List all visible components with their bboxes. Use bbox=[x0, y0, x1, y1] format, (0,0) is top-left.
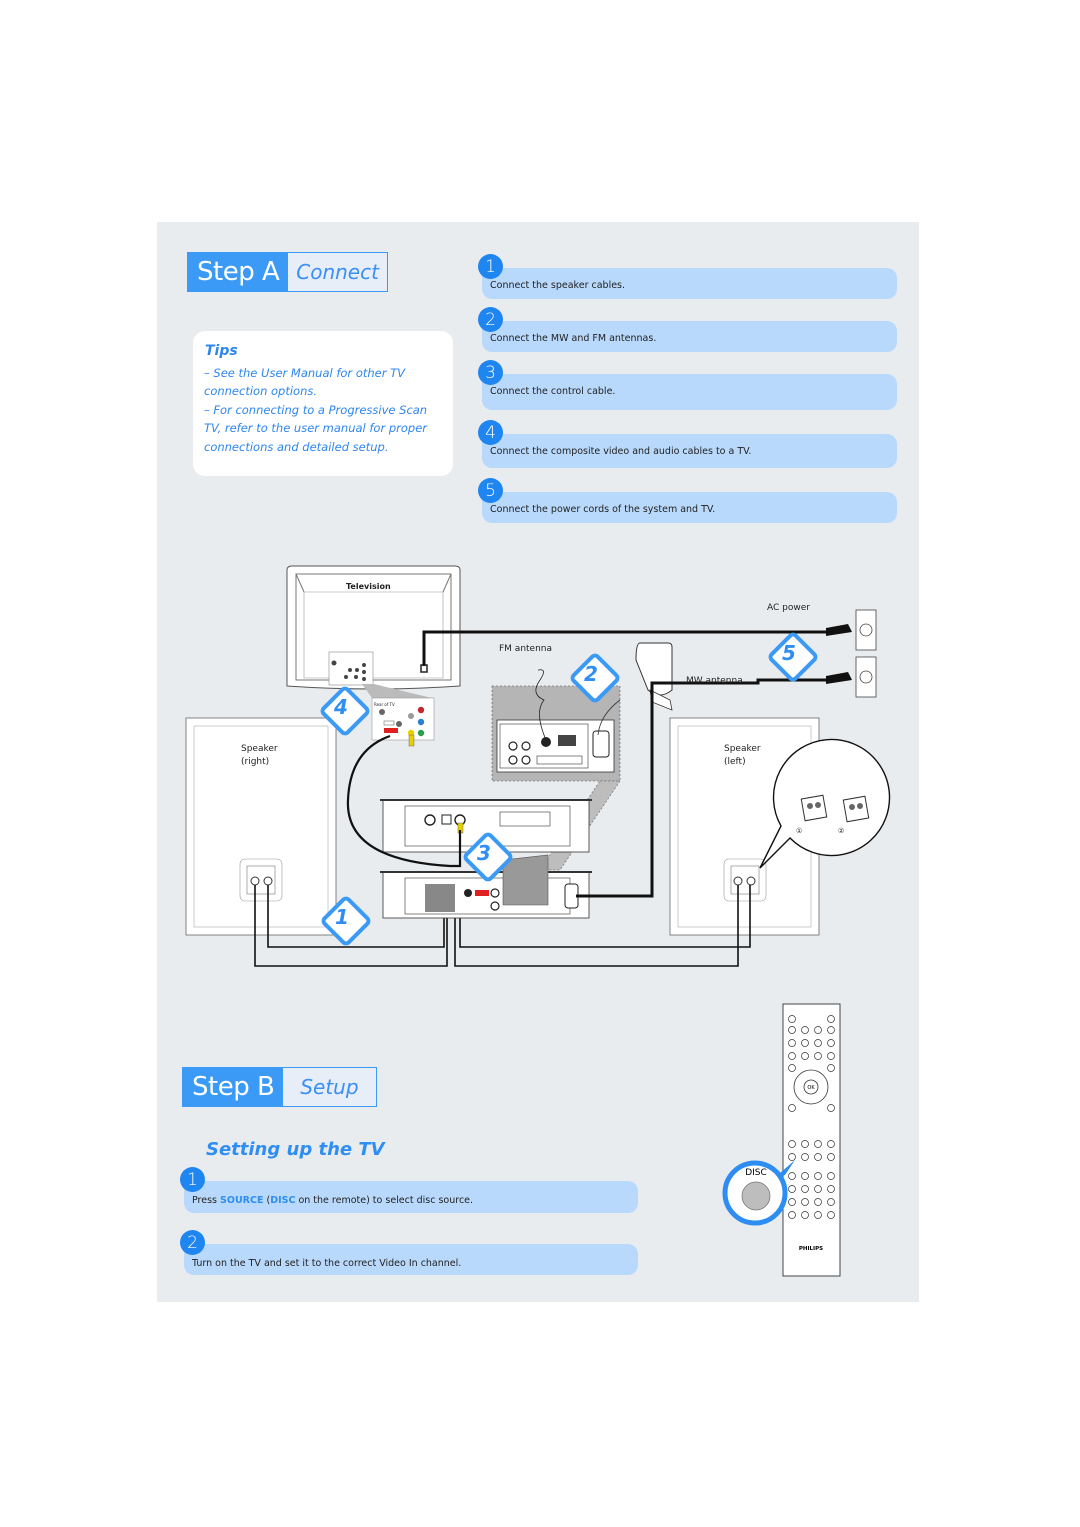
step-number-badge: 2 bbox=[180, 1230, 205, 1255]
remote-button bbox=[801, 1140, 809, 1148]
remote-button bbox=[814, 1026, 822, 1034]
rear-of-tv-label: Rear of TV bbox=[374, 702, 395, 707]
fm-antenna-label: FM antenna bbox=[499, 644, 553, 654]
remote-button bbox=[814, 1140, 822, 1148]
remote-button bbox=[827, 1198, 835, 1206]
remote-button bbox=[788, 1064, 796, 1072]
detail-mark-1: ① bbox=[796, 827, 803, 835]
connection-diagram: OK PHILIPS DISC bbox=[185, 565, 891, 1277]
detail-mark-2: ② bbox=[838, 827, 845, 835]
section-title: Setting up the TV bbox=[206, 1139, 385, 1160]
ac-power-label: AC power bbox=[767, 603, 810, 613]
remote-button bbox=[788, 1153, 796, 1161]
callout-1: 1 bbox=[335, 905, 349, 929]
remote-button bbox=[788, 1052, 796, 1060]
remote-disc-label: DISC bbox=[745, 1168, 767, 1178]
step-b-header: Step B Setup bbox=[182, 1067, 377, 1107]
remote-button bbox=[814, 1153, 822, 1161]
speaker-right-label: Speaker (right) bbox=[241, 744, 278, 767]
remote-button bbox=[827, 1211, 835, 1219]
remote-button bbox=[788, 1015, 796, 1023]
remote-button bbox=[827, 1015, 835, 1023]
remote-button bbox=[788, 1140, 796, 1148]
callout-5: 5 bbox=[782, 641, 796, 665]
remote-button bbox=[827, 1153, 835, 1161]
source-keyword: SOURCE bbox=[220, 1195, 264, 1206]
remote-button bbox=[801, 1052, 809, 1060]
remote-button bbox=[788, 1172, 796, 1180]
remote-button bbox=[788, 1104, 796, 1112]
step-text: Press SOURCE (DISC on the remote) to sel… bbox=[192, 1195, 474, 1206]
step-number-badge: 1 bbox=[180, 1167, 205, 1192]
remote-button bbox=[788, 1026, 796, 1034]
remote-brand: PHILIPS bbox=[799, 1246, 823, 1252]
remote-button bbox=[827, 1064, 835, 1072]
remote-button bbox=[827, 1185, 835, 1193]
remote-button bbox=[801, 1172, 809, 1180]
remote-button bbox=[788, 1039, 796, 1047]
remote-button bbox=[814, 1172, 822, 1180]
remote-button bbox=[788, 1198, 796, 1206]
remote-button bbox=[827, 1052, 835, 1060]
remote-button bbox=[814, 1211, 822, 1219]
television-label: Television bbox=[346, 582, 391, 591]
remote-button bbox=[814, 1198, 822, 1206]
remote-button bbox=[801, 1211, 809, 1219]
remote-button bbox=[801, 1039, 809, 1047]
callout-4: 4 bbox=[334, 695, 348, 719]
remote-button bbox=[827, 1172, 835, 1180]
callout-2: 2 bbox=[584, 662, 598, 686]
remote-button bbox=[801, 1026, 809, 1034]
remote-button bbox=[788, 1185, 796, 1193]
speaker-left-illustration bbox=[669, 717, 891, 936]
remote-button bbox=[827, 1140, 835, 1148]
step-b-label: Step B bbox=[183, 1068, 283, 1106]
remote-button bbox=[814, 1185, 822, 1193]
remote-button bbox=[827, 1104, 835, 1112]
disc-keyword: DISC bbox=[270, 1195, 296, 1206]
step-text: Turn on the TV and set it to the correct… bbox=[192, 1258, 462, 1269]
remote-button bbox=[827, 1039, 835, 1047]
callout-3: 3 bbox=[477, 841, 491, 865]
remote-ok-label: OK bbox=[807, 1085, 815, 1091]
remote-button bbox=[827, 1026, 835, 1034]
remote-button bbox=[814, 1039, 822, 1047]
step-b-sub: Setup bbox=[282, 1068, 376, 1106]
remote-button bbox=[801, 1185, 809, 1193]
mw-antenna-label: MW antenna bbox=[686, 676, 743, 686]
speaker-left-label: Speaker (left) bbox=[724, 744, 761, 767]
remote-button bbox=[801, 1153, 809, 1161]
remote-button bbox=[788, 1211, 796, 1219]
remote-button bbox=[814, 1052, 822, 1060]
remote-button bbox=[801, 1198, 809, 1206]
